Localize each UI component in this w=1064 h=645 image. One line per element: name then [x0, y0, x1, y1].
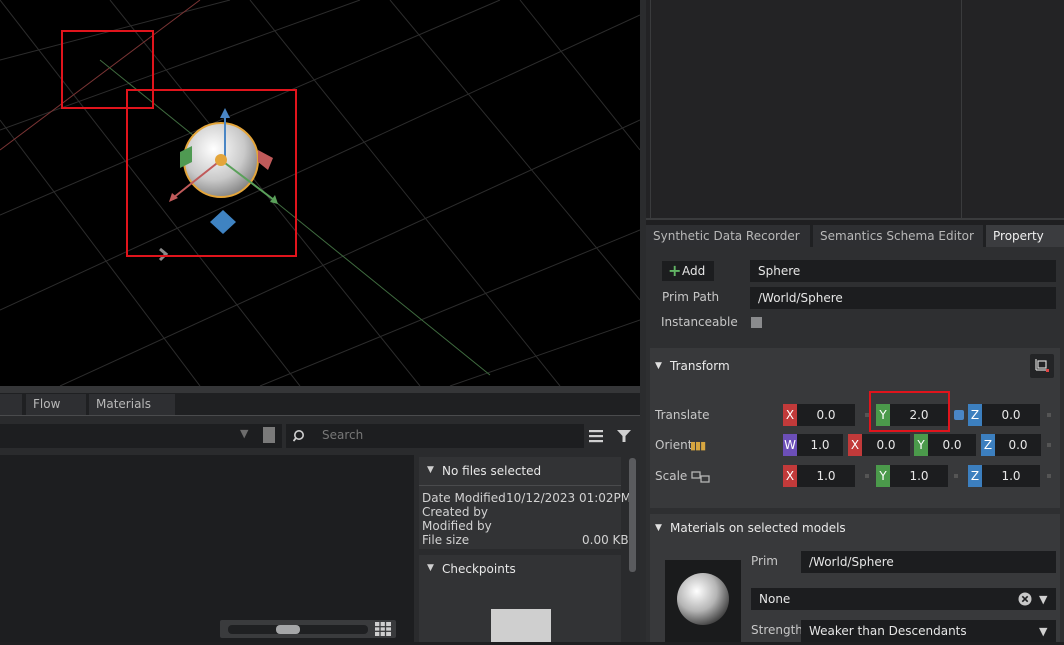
translate-x-axis: X — [783, 404, 797, 426]
vertical-scrollbar[interactable] — [629, 458, 636, 572]
list-view-icon[interactable] — [588, 429, 604, 443]
strength-select-value: Weaker than Descendants — [809, 624, 967, 638]
tab-semantics-schema-editor[interactable]: Semantics Schema Editor — [813, 225, 983, 247]
strength-select[interactable]: Weaker than Descendants — [801, 620, 1056, 642]
prim-label: Prim — [751, 554, 778, 568]
thumbnail-size-slider[interactable] — [220, 620, 396, 638]
chevron-down-icon[interactable]: ▼ — [1039, 593, 1047, 606]
instanceable-label: Instanceable — [661, 315, 738, 329]
tab-property[interactable]: Property — [986, 225, 1064, 247]
prim-path-field[interactable]: /World/Sphere — [750, 287, 1056, 309]
filter-icon[interactable] — [616, 429, 632, 443]
bookmark-icon[interactable] — [263, 427, 275, 443]
prim-path-label: Prim Path — [662, 290, 720, 304]
orient-z-field[interactable]: 0.0 — [995, 434, 1041, 456]
search-field[interactable]: Search — [286, 424, 584, 448]
link-scale-icon[interactable] — [691, 471, 711, 483]
search-placeholder: Search — [322, 428, 364, 442]
material-select[interactable]: None — [751, 588, 1056, 610]
translate-z-axis: Z — [968, 404, 982, 426]
orient-w-axis: W — [783, 434, 797, 456]
path-field[interactable]: ▼ — [0, 424, 282, 448]
tab-materials[interactable]: Materials — [89, 394, 175, 415]
translate-keyframe-icon[interactable] — [954, 410, 964, 420]
file-browser-area[interactable] — [0, 455, 414, 642]
clear-icon[interactable] — [1018, 592, 1032, 606]
transform-header: Transform — [670, 359, 730, 373]
prim-name-field[interactable]: Sphere — [750, 260, 1056, 282]
transform-icon — [1035, 359, 1049, 372]
materials-header: Materials on selected models — [670, 521, 846, 535]
modified-by-label: Modified by — [422, 519, 492, 533]
orient-x-axis: X — [848, 434, 862, 456]
created-by-label: Created by — [422, 505, 489, 519]
highlight-box-sphere — [126, 89, 297, 257]
file-size-value: 0.00 KB — [582, 533, 629, 547]
collapse-arrow-icon[interactable]: ▼ — [655, 523, 662, 533]
file-info-card: ▼ No files selected Date Modified 10/12/… — [419, 457, 631, 549]
orient-x-field[interactable]: 0.0 — [862, 434, 910, 456]
file-info-column: ▼ No files selected Date Modified 10/12/… — [414, 455, 640, 642]
scale-y-axis: Y — [876, 465, 890, 487]
orient-mode-icon[interactable]: ▮▮▮ — [690, 439, 706, 452]
tab-flow[interactable]: Flow — [26, 394, 86, 415]
property-tab-bar: Synthetic Data Recorder Semantics Schema… — [646, 225, 1064, 247]
orient-y-field[interactable]: 0.0 — [928, 434, 976, 456]
viewport[interactable] — [0, 0, 640, 386]
orient-z-axis: Z — [981, 434, 995, 456]
orient-w-field[interactable]: 1.0 — [797, 434, 843, 456]
checkpoints-card: ▼ Checkpoints — [419, 555, 621, 642]
file-info-header: No files selected — [442, 464, 542, 478]
tab-synthetic-data-recorder[interactable]: Synthetic Data Recorder — [646, 225, 810, 247]
plus-icon: + — [668, 261, 682, 280]
chevron-down-icon[interactable]: ▼ — [240, 427, 248, 440]
translate-x-field[interactable]: 0.0 — [797, 404, 855, 426]
grid-view-icon[interactable] — [375, 622, 391, 636]
material-prim-field[interactable]: /World/Sphere — [801, 551, 1056, 573]
scale-z-axis: Z — [968, 465, 982, 487]
file-size-label: File size — [422, 533, 470, 547]
checkpoints-header: Checkpoints — [442, 562, 516, 576]
highlight-box-translate-y — [869, 391, 950, 432]
material-select-value: None — [759, 592, 791, 606]
tab-hidden[interactable] — [0, 394, 22, 415]
collapse-arrow-icon[interactable]: ▼ — [427, 563, 434, 573]
date-modified-value: 10/12/2023 01:02PM — [506, 491, 632, 505]
add-button-label: Add — [682, 264, 706, 278]
date-modified-label: Date Modified — [422, 491, 506, 505]
collapse-arrow-icon[interactable]: ▼ — [427, 465, 434, 475]
instanceable-checkbox[interactable] — [751, 317, 762, 328]
translate-label: Translate — [655, 408, 710, 422]
scale-x-field[interactable]: 1.0 — [797, 465, 855, 487]
add-button[interactable]: + Add — [662, 261, 714, 281]
strength-label: Strength — [751, 623, 803, 637]
horizontal-splitter[interactable] — [0, 386, 640, 393]
file-placeholder-icon — [491, 609, 551, 642]
scale-label: Scale — [655, 469, 688, 483]
collapse-arrow-icon[interactable]: ▼ — [655, 361, 662, 371]
material-preview — [665, 560, 741, 642]
scale-x-axis: X — [783, 465, 797, 487]
orient-y-axis: Y — [914, 434, 928, 456]
bottom-tab-bar: Flow Materials — [0, 393, 640, 415]
chevron-down-icon[interactable]: ▼ — [1039, 625, 1047, 638]
orient-label: Orient — [655, 438, 693, 452]
transform-settings-button[interactable] — [1030, 354, 1054, 378]
search-icon — [293, 430, 304, 442]
material-sphere-icon — [677, 573, 729, 625]
scale-z-field[interactable]: 1.0 — [982, 465, 1040, 487]
translate-z-field[interactable]: 0.0 — [982, 404, 1040, 426]
stage-panel — [646, 0, 1064, 220]
scale-y-field[interactable]: 1.0 — [890, 465, 948, 487]
